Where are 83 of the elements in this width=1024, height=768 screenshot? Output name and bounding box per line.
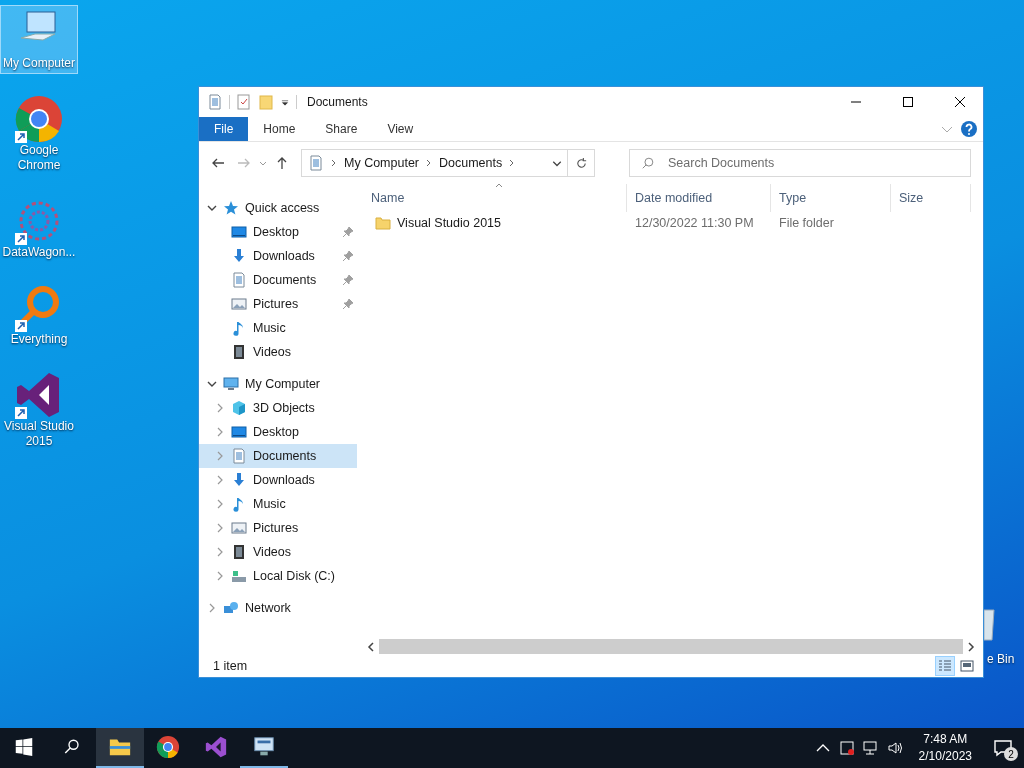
table-cell-text: File folder [778,216,835,230]
nav-item[interactable]: Documents [199,444,357,468]
pictures-icon [231,520,247,536]
videos-icon [231,544,247,560]
breadcrumb[interactable]: My Computer [344,156,420,170]
ribbon-tab[interactable]: Home [248,117,311,141]
details-list-icon [938,659,952,673]
folder-icon [375,215,391,231]
scroll-right-icon[interactable] [966,641,976,652]
ribbon-tab[interactable]: File [199,117,249,141]
ribbon-tab[interactable]: View [372,117,429,141]
up-arrow-icon [275,156,289,170]
vs-icon [204,735,228,759]
column-header[interactable]: Name [363,184,627,212]
search-icon [641,156,655,170]
column-header[interactable]: Size [891,184,971,212]
back-arrow-icon [211,156,225,170]
address-bar[interactable]: My Computer Documents [301,149,595,177]
cube-icon [231,400,247,416]
search-icon [63,738,81,756]
download-icon [231,248,247,264]
column-header[interactable]: Date modified [627,184,771,212]
nav-item[interactable]: Downloads [199,468,357,492]
ribbon-tab[interactable]: Share [310,117,373,141]
nav-item[interactable]: Videos [199,540,357,564]
desktop-icon-label: e Bin [987,652,1015,666]
network-icon[interactable] [862,740,879,756]
document-icon [308,155,324,171]
breadcrumb[interactable]: Documents [439,156,503,170]
scrollbar-thumb[interactable] [379,639,963,654]
item-count: 1 item [213,659,248,673]
taskbar-app-button[interactable] [96,728,144,768]
network-icon [223,600,239,616]
nav-item[interactable]: My Computer [199,372,357,396]
chevron-right-icon[interactable] [330,159,338,167]
nav-item[interactable]: Desktop [199,220,357,244]
star-icon [223,200,239,216]
recent-locations-icon[interactable] [259,159,267,167]
notification-count: 2 [1004,747,1018,761]
nav-item[interactable]: Documents [199,268,357,292]
nav-item[interactable]: 3D Objects [199,396,357,420]
disk-icon [231,568,247,584]
download-icon [231,472,247,488]
scroll-left-icon[interactable] [366,641,376,652]
nav-item[interactable]: Pictures [199,516,357,540]
document-icon [231,448,247,464]
volume-icon[interactable] [886,740,903,756]
window-title: Documents [306,95,369,109]
refresh-icon [574,156,588,170]
windows-logo-icon [15,738,33,756]
desktop-icon [231,224,247,240]
shield-icon[interactable] [838,740,855,756]
close-icon [954,96,966,108]
nav-item[interactable]: Quick access [199,196,357,220]
nav-item[interactable]: Network [199,596,357,620]
nav-item[interactable]: Pictures [199,292,357,316]
forward-arrow-icon [237,156,251,170]
chrome-icon [15,95,63,143]
file-item[interactable]: Visual Studio 2015 [363,215,627,231]
column-header[interactable]: Type [771,184,891,212]
desktop-icon [231,424,247,440]
chrome-icon [156,735,180,759]
nav-item[interactable]: Local Disk (C:) [199,564,357,588]
pictures-icon [231,296,247,312]
properties-icon[interactable] [236,94,252,110]
message-icon [993,738,1013,758]
dropdown-icon[interactable] [552,158,562,168]
nav-item[interactable]: Videos [199,340,357,364]
computer-icon [223,376,239,392]
nav-item[interactable]: Downloads [199,244,357,268]
nav-item[interactable]: Music [199,316,357,340]
clock[interactable]: 7:48 AM 2/10/2023 [910,731,980,765]
large-icons-icon [960,659,974,673]
help-icon[interactable] [961,121,977,137]
videos-icon [231,344,247,360]
document-icon [207,94,223,110]
nav-item[interactable]: Music [199,492,357,516]
table-cell-text: 12/30/2022 11:30 PM [634,216,755,230]
maximize-icon [902,96,914,108]
document-icon [231,272,247,288]
notifications-button[interactable]: 2 [988,733,1018,763]
nav-item[interactable]: Desktop [199,420,357,444]
search-field[interactable]: Search Documents [629,149,971,177]
